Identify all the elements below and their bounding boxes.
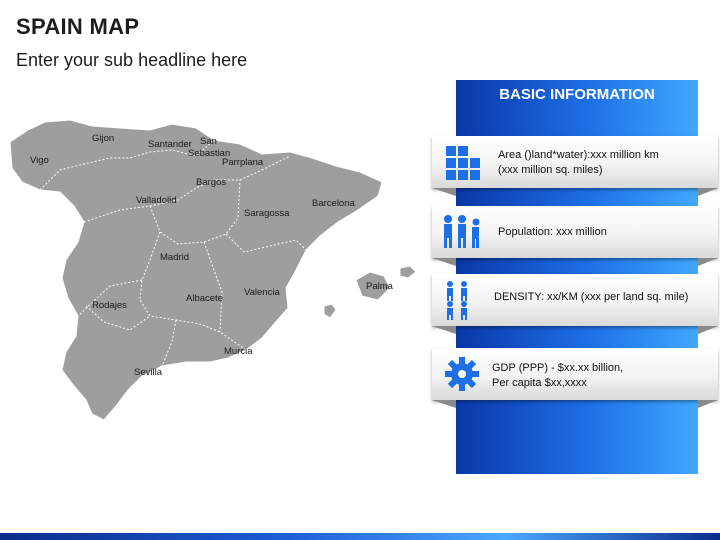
city-label-sevilla: Sevilla — [134, 367, 163, 378]
balearic-island-ibiza — [323, 303, 337, 319]
city-label-santander: Santander — [148, 139, 192, 150]
info-card-area-line2: (xxx million sq. miles) — [498, 164, 603, 176]
city-label-rodajes: Rodajes — [92, 300, 127, 311]
grid-squares-icon — [446, 146, 480, 180]
balearic-island-menorca — [399, 265, 417, 279]
info-card-area-line1: Area ()land*water):xxx million km — [498, 149, 659, 161]
city-label-parrplana: Parrplana — [222, 157, 264, 168]
city-label-bargos: Bargos — [196, 177, 226, 188]
spain-map: Gijon Santander San Sebastian Vigo Parrp… — [9, 119, 417, 421]
info-card-density: DENSITY: xx/KM (xxx per land sq. mile) — [432, 274, 718, 334]
footer-accent-bar — [0, 533, 720, 540]
city-label-vigo: Vigo — [30, 155, 49, 166]
city-label-barcelona: Barcelona — [312, 198, 355, 209]
city-label-valladolid: Valladolid — [136, 195, 177, 206]
info-card-population: Population: xxx million — [432, 206, 718, 266]
info-panel-title: BASIC INFORMATION — [499, 86, 655, 103]
info-card-gdp-line1: GDP (PPP) - $xx.xx billion, — [492, 362, 624, 374]
city-label-albacete: Albacete — [186, 293, 223, 304]
city-label-valencia: Valencia — [244, 287, 280, 298]
city-label-saragossa: Saragossa — [244, 208, 290, 219]
info-card-gdp: GDP (PPP) - $xx.xx billion, Per capita $… — [432, 348, 718, 408]
city-label-palma: Palma — [366, 281, 394, 292]
city-label-san: San — [200, 136, 217, 147]
info-card-area: Area ()land*water):xxx million km (xxx m… — [432, 136, 718, 196]
city-label-murcia: Murcia — [224, 346, 253, 357]
info-card-density-line1: DENSITY: xx/KM (xxx per land sq. mile) — [494, 291, 689, 303]
page-title: SPAIN MAP — [16, 14, 140, 39]
density-people-icon — [447, 281, 467, 320]
page-subtitle: Enter your sub headline here — [16, 50, 248, 70]
gear-icon — [445, 357, 479, 391]
city-label-madrid: Madrid — [160, 252, 189, 263]
spain-mainland — [9, 119, 383, 421]
city-label-gijon: Gijon — [92, 133, 114, 144]
people-group-icon — [444, 215, 480, 248]
info-card-gdp-line2: Per capita $xx,xxxx — [492, 377, 587, 389]
info-card-population-line1: Population: xxx million — [498, 226, 607, 238]
